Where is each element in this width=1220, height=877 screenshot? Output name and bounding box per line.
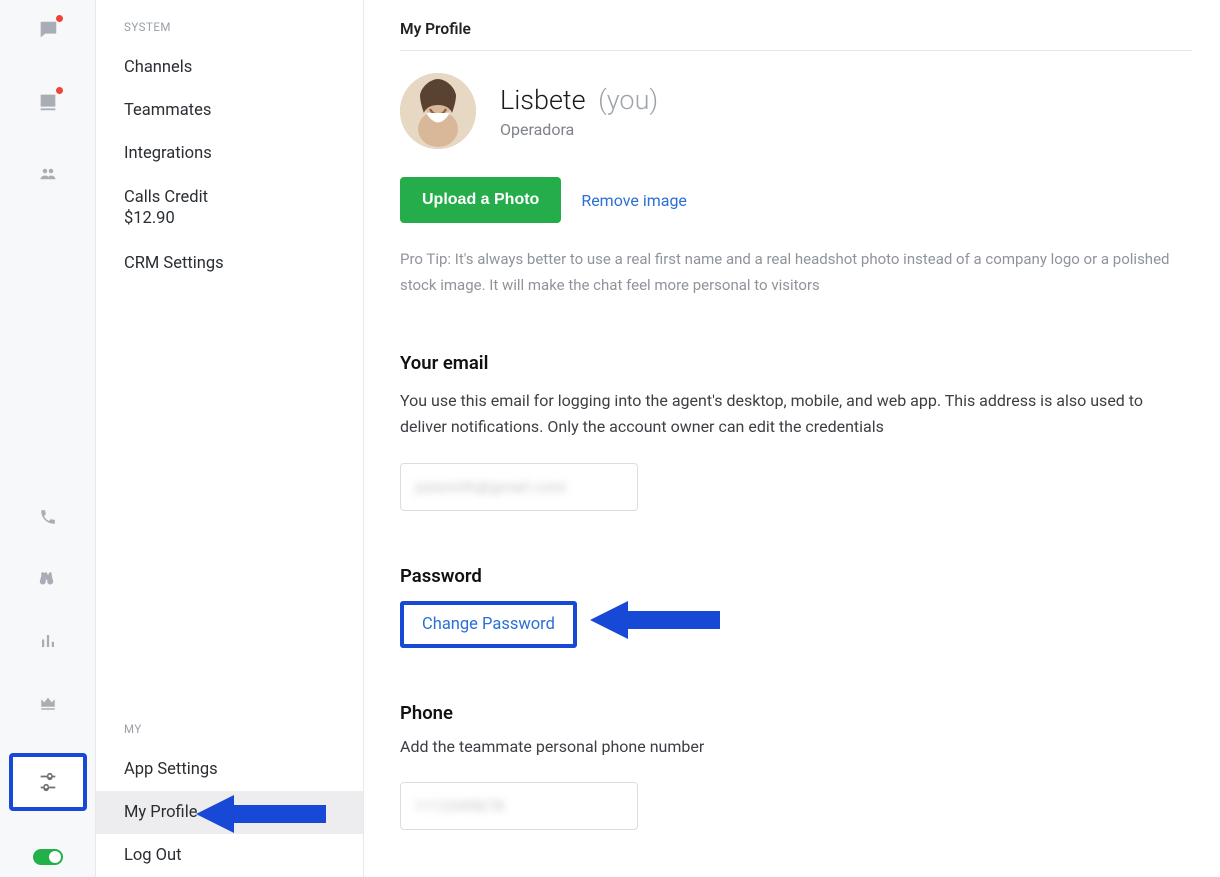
crown-icon[interactable] — [36, 691, 60, 715]
profile-role: Operadora — [500, 120, 658, 139]
analytics-icon[interactable] — [36, 629, 60, 653]
calls-credit-amount: $12.90 — [124, 209, 175, 228]
email-heading: Your email — [400, 352, 1192, 374]
sidebar-item-calls-credit[interactable]: Calls Credit $12.90 — [96, 175, 363, 242]
binoculars-icon[interactable] — [36, 567, 60, 591]
email-value-obscured: joesmith@gmaiI.com — [415, 478, 566, 496]
profile-header: Lisbete (you) Operadora — [400, 73, 1192, 149]
sidebar-item-log-out[interactable]: Log Out — [96, 834, 363, 877]
icon-rail — [0, 0, 96, 877]
profile-you-suffix: (you) — [598, 84, 658, 116]
annotation-arrow-my-profile — [196, 791, 326, 837]
phone-description: Add the teammate personal phone number — [400, 734, 1170, 760]
settings-sliders-icon[interactable] — [36, 770, 60, 794]
email-description: You use this email for logging into the … — [400, 388, 1170, 441]
upload-photo-button[interactable]: Upload a Photo — [400, 177, 561, 223]
sidebar-item-crm-settings[interactable]: CRM Settings — [96, 242, 363, 285]
sidebar-item-channels[interactable]: Channels — [96, 46, 363, 89]
annotation-arrow-change-password — [590, 597, 720, 643]
contact-card-icon[interactable] — [36, 90, 60, 114]
profile-name-text: Lisbete — [500, 84, 586, 116]
availability-toggle[interactable] — [33, 849, 63, 865]
chats-icon[interactable] — [36, 18, 60, 42]
page-title: My Profile — [400, 20, 1192, 51]
phone-field[interactable]: 1112345678 — [400, 782, 638, 830]
change-password-highlight: Change Password — [400, 601, 577, 648]
calls-credit-label: Calls Credit — [124, 188, 208, 207]
change-password-link[interactable]: Change Password — [422, 615, 555, 634]
pro-tip-text: Pro Tip: It's always better to use a rea… — [400, 247, 1180, 298]
settings-icon-highlight — [9, 753, 87, 811]
sidebar-item-integrations[interactable]: Integrations — [96, 132, 363, 175]
team-icon[interactable] — [36, 162, 60, 186]
password-heading: Password — [400, 565, 1192, 587]
sidebar-section-system: SYSTEM — [96, 14, 363, 46]
email-field[interactable]: joesmith@gmaiI.com — [400, 463, 638, 511]
sidebar-item-app-settings[interactable]: App Settings — [96, 748, 363, 791]
sidebar-item-my-profile[interactable]: My Profile — [96, 791, 363, 834]
sidebar-section-my: MY — [96, 716, 363, 748]
phone-icon[interactable] — [36, 505, 60, 529]
sidebar-item-teammates[interactable]: Teammates — [96, 89, 363, 132]
main-content: My Profile Lisbete (you) Operadora Uploa… — [364, 0, 1220, 877]
profile-name: Lisbete (you) — [500, 84, 658, 116]
settings-sidebar: SYSTEM Channels Teammates Integrations C… — [96, 0, 364, 877]
avatar — [400, 73, 476, 149]
remove-image-link[interactable]: Remove image — [581, 191, 687, 210]
my-profile-label: My Profile — [124, 803, 197, 822]
phone-heading: Phone — [400, 702, 1192, 724]
phone-value-obscured: 1112345678 — [415, 797, 504, 815]
